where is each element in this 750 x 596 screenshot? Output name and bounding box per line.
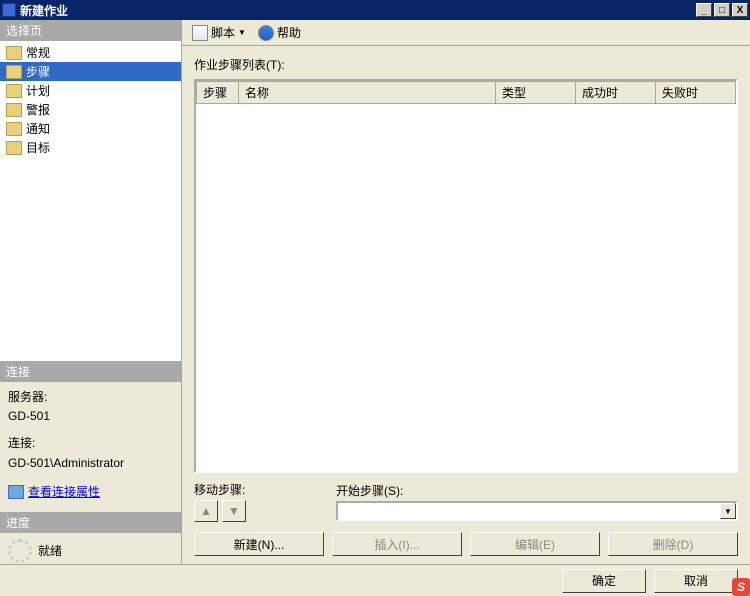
nav-item-notifications[interactable]: 通知 [0,119,181,138]
server-value: GD-501 [8,407,173,426]
connection-header: 连接 [0,361,181,382]
start-step-combo[interactable]: ▼ [336,501,738,521]
progress-header: 进度 [0,512,181,533]
btn-label: 编辑(E) [515,536,555,553]
move-step-control: 移动步骤: ▲ ▼ [194,481,324,522]
move-down-button[interactable]: ▼ [222,500,246,522]
grid: 步骤 名称 类型 成功时 失败时 [196,81,736,104]
nav-item-steps[interactable]: 步骤 [0,62,181,81]
delete-button[interactable]: 删除(D) [608,532,738,556]
nav-label: 警报 [26,101,50,118]
col-name[interactable]: 名称 [239,82,496,104]
close-button[interactable]: X [732,3,748,17]
help-button[interactable]: 帮助 [254,22,305,43]
btn-label: 插入(I)... [374,536,419,553]
main-area: 作业步骤列表(T): 步骤 名称 类型 成功时 失败时 移动步骤: [182,46,750,564]
nav-label: 计划 [26,82,50,99]
link-label: 查看连接属性 [28,483,100,502]
move-label: 移动步骤: [194,481,324,498]
select-page-header: 选择页 [0,20,181,41]
start-label: 开始步骤(S): [336,482,738,499]
content-area: 选择页 常规 步骤 计划 警报 通知 目标 连接 服务器: GD-501 连接:… [0,20,750,564]
bottom-row: 移动步骤: ▲ ▼ 开始步骤(S): ▼ [194,481,738,522]
script-label: 脚本 [211,24,235,41]
nav-item-targets[interactable]: 目标 [0,138,181,157]
nav-label: 目标 [26,139,50,156]
progress-spinner-icon [8,539,32,563]
btn-label: 取消 [684,572,708,589]
help-icon [258,25,274,41]
connection-label: 连接: [8,434,173,453]
titlebar: 新建作业 _ □ X [0,0,750,20]
ok-button[interactable]: 确定 [562,569,646,593]
btn-label: 新建(N)... [234,536,285,553]
insert-button[interactable]: 插入(I)... [332,532,462,556]
progress-section: 就绪 [0,533,181,569]
page-icon [6,103,22,117]
maximize-button[interactable]: □ [714,3,730,17]
step-list-table[interactable]: 步骤 名称 类型 成功时 失败时 [194,79,738,473]
col-type[interactable]: 类型 [496,82,576,104]
nav-item-schedules[interactable]: 计划 [0,81,181,100]
col-on-success[interactable]: 成功时 [576,82,656,104]
script-button[interactable]: 脚本 ▼ [188,22,250,43]
window-buttons: _ □ X [696,3,748,17]
nav-item-alerts[interactable]: 警报 [0,100,181,119]
window-title: 新建作业 [20,2,696,19]
view-connection-props-link[interactable]: 查看连接属性 [8,483,100,502]
footer: 确定 取消 [0,564,750,596]
toolbar: 脚本 ▼ 帮助 [182,20,750,46]
btn-label: 确定 [592,572,616,589]
nav-label: 步骤 [26,63,50,80]
page-icon [6,84,22,98]
nav-item-general[interactable]: 常规 [0,43,181,62]
nav-label: 通知 [26,120,50,137]
dropdown-icon: ▼ [238,28,246,37]
nav-label: 常规 [26,44,50,61]
connection-icon [8,485,24,499]
connection-section: 服务器: GD-501 连接: GD-501\Administrator 查看连… [0,382,181,512]
col-step[interactable]: 步骤 [197,82,239,104]
page-icon [6,122,22,136]
step-list-label: 作业步骤列表(T): [194,56,738,73]
new-button[interactable]: 新建(N)... [194,532,324,556]
nav-list: 常规 步骤 计划 警报 通知 目标 [0,41,181,361]
ime-badge[interactable]: S [732,578,750,596]
server-label: 服务器: [8,388,173,407]
connection-value: GD-501\Administrator [8,454,173,473]
minimize-button[interactable]: _ [696,3,712,17]
script-icon [192,25,208,41]
page-icon [6,65,22,79]
right-pane: 脚本 ▼ 帮助 作业步骤列表(T): 步骤 名称 类型 成功时 失败时 [182,20,750,564]
page-icon [6,46,22,60]
start-step-control: 开始步骤(S): ▼ [336,482,738,521]
chevron-down-icon[interactable]: ▼ [720,503,736,519]
help-label: 帮助 [277,24,301,41]
col-on-fail[interactable]: 失败时 [656,82,736,104]
btn-label: 删除(D) [653,536,694,553]
move-up-button[interactable]: ▲ [194,500,218,522]
action-row: 新建(N)... 插入(I)... 编辑(E) 删除(D) [194,532,738,556]
progress-status: 就绪 [38,542,62,559]
left-pane: 选择页 常规 步骤 计划 警报 通知 目标 连接 服务器: GD-501 连接:… [0,20,182,564]
edit-button[interactable]: 编辑(E) [470,532,600,556]
cancel-button[interactable]: 取消 [654,569,738,593]
window-icon [2,3,16,17]
page-icon [6,141,22,155]
